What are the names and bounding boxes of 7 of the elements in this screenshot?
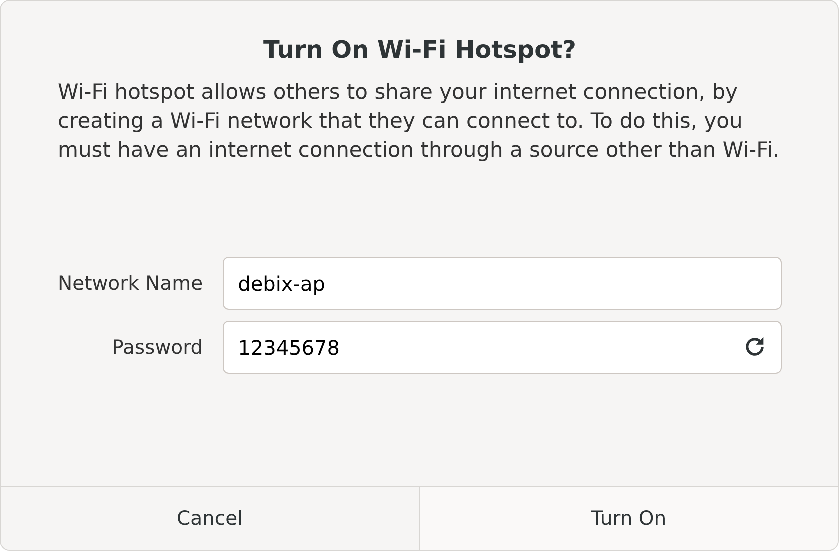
input-field[interactable]: debix-ap xyxy=(223,257,782,310)
dialog-description: Wi-Fi hotspot allows others to share your internet connection, by creating a Wi-Fi network that they can connect to. To do this, you must have an internet connection through a source other than Wi-Fi. xyxy=(58,79,781,164)
dialog-button[interactable]: Turn On xyxy=(419,487,838,550)
field-label: Password xyxy=(111,336,204,359)
password-field[interactable]: 12345678 xyxy=(223,321,782,374)
field-label: Network Name xyxy=(58,272,204,295)
dialog-title: Turn On Wi-Fi Hotspot? xyxy=(262,36,578,64)
